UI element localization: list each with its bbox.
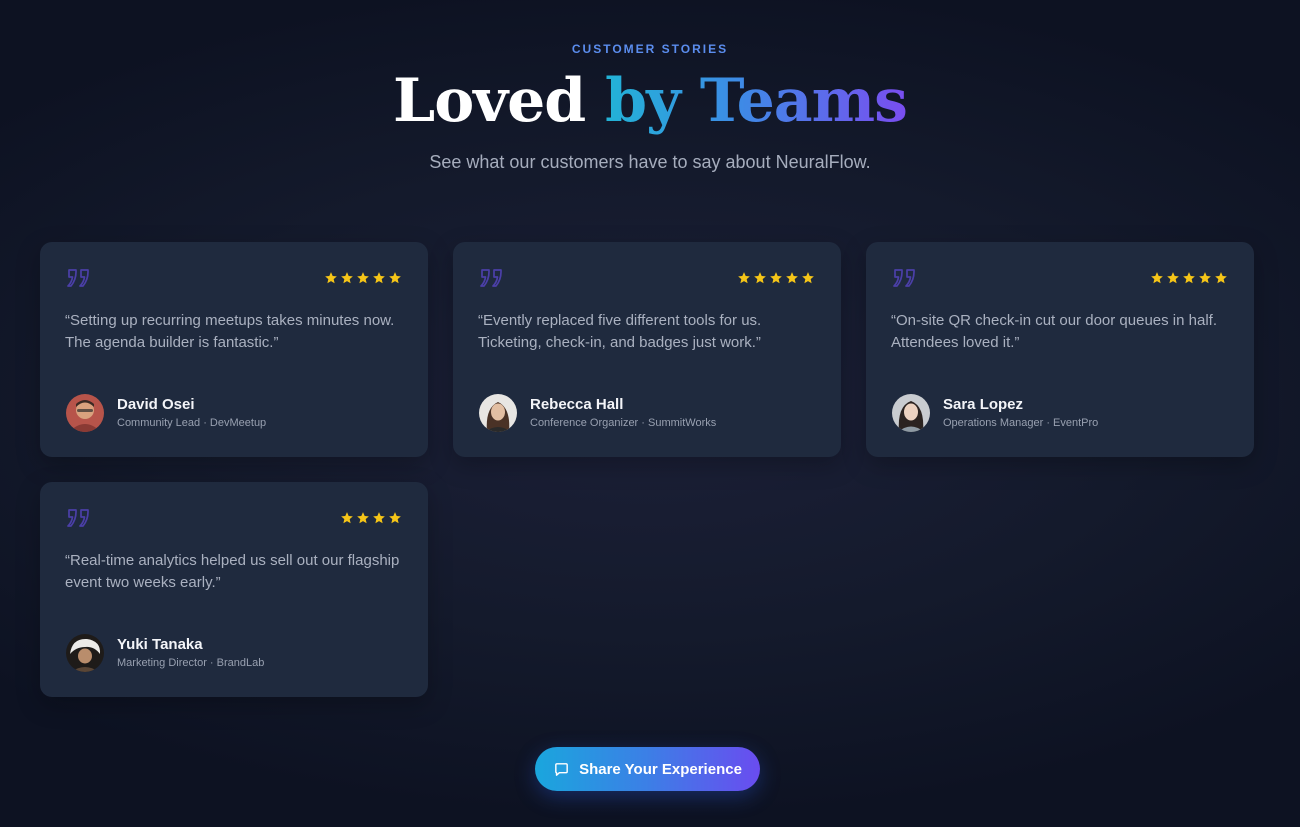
star-rating [1150, 271, 1228, 285]
author-name: David Osei [117, 396, 195, 413]
avatar [66, 394, 104, 432]
author-role: Operations Manager · EventPro [943, 417, 1099, 429]
testimonial-card: “Setting up recurring meetups takes minu… [40, 242, 428, 457]
testimonial-quote: “On-site QR check-in cut our door queues… [891, 312, 1217, 351]
testimonial-card: “Evently replaced five different tools f… [453, 242, 841, 457]
star-rating [340, 511, 402, 525]
star-icon [341, 272, 353, 284]
author-role: Conference Organizer · SummitWorks [530, 417, 717, 429]
author-name: Rebecca Hall [530, 396, 624, 413]
quote-icon [67, 509, 89, 527]
star-icon [389, 272, 401, 284]
star-rating [324, 271, 402, 285]
star-icon [373, 512, 385, 524]
testimonial-quote: “Setting up recurring meetups takes minu… [65, 312, 395, 351]
star-icon [754, 272, 766, 284]
star-icon [341, 512, 353, 524]
star-icon [802, 272, 814, 284]
star-icon [325, 272, 337, 284]
star-icon [1151, 272, 1163, 284]
star-icon [389, 512, 401, 524]
star-icon [1167, 272, 1179, 284]
title-plain: Loved [393, 66, 586, 136]
star-icon [1183, 272, 1195, 284]
star-icon [357, 272, 369, 284]
star-icon [1199, 272, 1211, 284]
quote-icon [893, 269, 915, 287]
share-experience-label: Share Your Experience [579, 760, 742, 778]
title-highlight: by Teams [605, 66, 908, 136]
author-name: Yuki Tanaka [117, 636, 203, 653]
star-icon [1215, 272, 1227, 284]
testimonial-card: “Real-time analytics helped us sell out … [40, 482, 428, 697]
quote-icon [67, 269, 89, 287]
chat-bubble-icon [555, 762, 568, 776]
author-role: Community Lead · DevMeetup [117, 417, 267, 429]
avatar [479, 394, 517, 432]
testimonial-quote: “Evently replaced five different tools f… [478, 312, 762, 351]
author-name: Sara Lopez [943, 396, 1024, 413]
star-icon [770, 272, 782, 284]
section-subtitle: See what our customers have to say about… [429, 152, 871, 172]
author-role: Marketing Director · BrandLab [117, 657, 265, 669]
avatar [892, 394, 930, 432]
quote-icon [480, 269, 502, 287]
star-icon [738, 272, 750, 284]
section-eyebrow: CUSTOMER STORIES [571, 42, 729, 56]
star-rating [737, 271, 815, 285]
star-icon [373, 272, 385, 284]
testimonial-quote: “Real-time analytics helped us sell out … [65, 552, 400, 591]
star-icon [357, 512, 369, 524]
section-title: Loved by Teams [0, 66, 1300, 136]
avatar [66, 634, 104, 672]
star-icon [786, 272, 798, 284]
share-experience-button[interactable]: Share Your Experience [535, 747, 760, 791]
testimonial-card: “On-site QR check-in cut our door queues… [866, 242, 1254, 457]
